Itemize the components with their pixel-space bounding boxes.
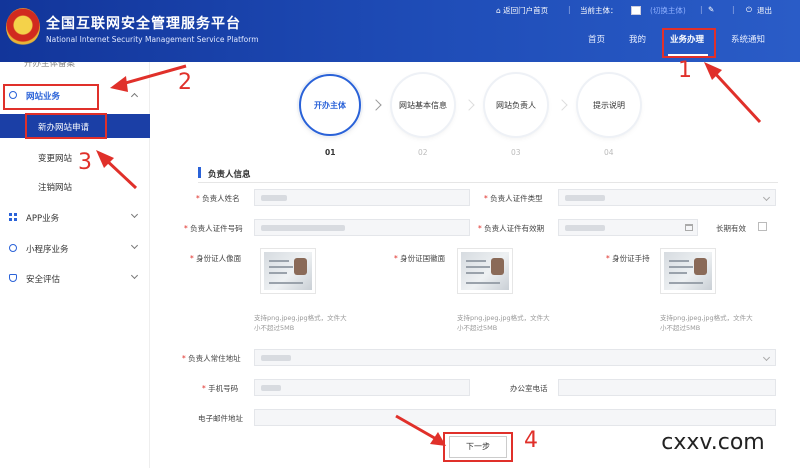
annotation-arrow-2 — [121, 64, 187, 86]
annotation-arrows — [96, 62, 762, 446]
annotation-arrow-4-head — [430, 432, 446, 446]
annotation-arrow-4 — [395, 414, 439, 442]
annotation-arrow-1 — [710, 68, 762, 124]
annotation-arrow-2-head — [110, 76, 128, 92]
